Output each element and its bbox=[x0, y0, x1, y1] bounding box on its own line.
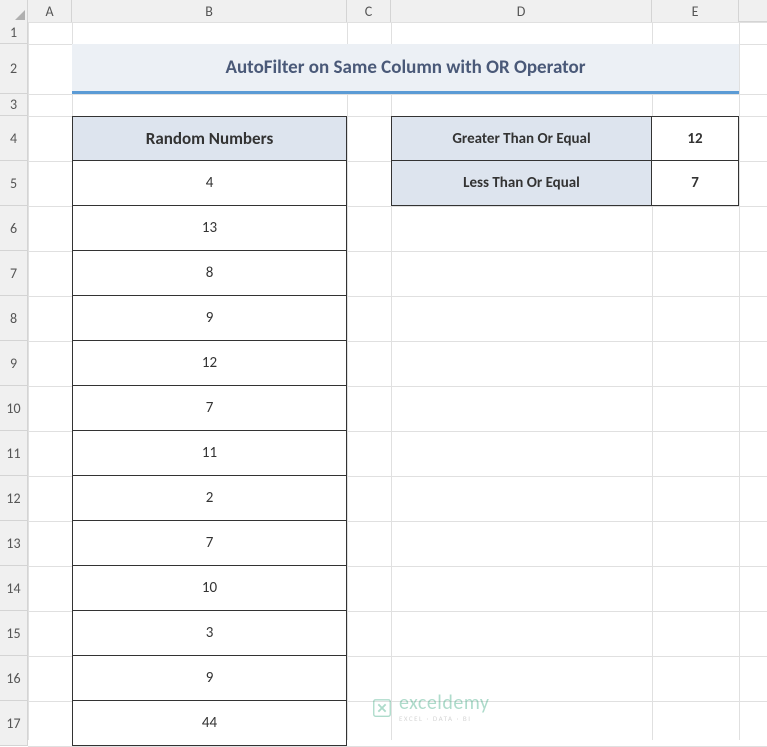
row-header-8[interactable]: 8 bbox=[0, 296, 28, 341]
table-row[interactable]: 8 bbox=[72, 251, 347, 296]
row-header-15[interactable]: 15 bbox=[0, 611, 28, 656]
row-header-16[interactable]: 16 bbox=[0, 656, 28, 701]
col-header-E[interactable]: E bbox=[652, 0, 739, 22]
row-header-9[interactable]: 9 bbox=[0, 341, 28, 386]
col-header-C[interactable]: C bbox=[347, 0, 391, 22]
table-row[interactable]: 2 bbox=[72, 476, 347, 521]
row-headers: 1234567891011121314151617 bbox=[0, 22, 28, 746]
page-title: AutoFilter on Same Column with OR Operat… bbox=[72, 44, 739, 94]
criteria-value-1[interactable]: 7 bbox=[652, 161, 739, 206]
select-all-corner[interactable] bbox=[0, 0, 28, 22]
column-headers: ABCDE bbox=[0, 0, 767, 22]
col-header-D[interactable]: D bbox=[391, 0, 652, 22]
row-header-6[interactable]: 6 bbox=[0, 206, 28, 251]
row-header-3[interactable]: 3 bbox=[0, 94, 28, 116]
excel-icon bbox=[371, 697, 393, 719]
table-row[interactable]: 12 bbox=[72, 341, 347, 386]
cells-area: AutoFilter on Same Column with OR Operat… bbox=[28, 22, 767, 740]
criteria-label-0[interactable]: Greater Than Or Equal bbox=[391, 116, 652, 161]
row-header-2[interactable]: 2 bbox=[0, 44, 28, 94]
table-row[interactable]: 4 bbox=[72, 161, 347, 206]
row-header-11[interactable]: 11 bbox=[0, 431, 28, 476]
row-header-12[interactable]: 12 bbox=[0, 476, 28, 521]
table-header-random-numbers[interactable]: Random Numbers bbox=[72, 116, 347, 161]
spreadsheet-grid: ABCDE 1234567891011121314151617 AutoFilt… bbox=[0, 0, 767, 740]
col-header-B[interactable]: B bbox=[72, 0, 347, 22]
table-row[interactable]: 10 bbox=[72, 566, 347, 611]
table-row[interactable]: 9 bbox=[72, 656, 347, 701]
table-row[interactable]: 7 bbox=[72, 521, 347, 566]
row-header-1[interactable]: 1 bbox=[0, 22, 28, 44]
table-row[interactable]: 3 bbox=[72, 611, 347, 656]
row-header-14[interactable]: 14 bbox=[0, 566, 28, 611]
criteria-label-1[interactable]: Less Than Or Equal bbox=[391, 161, 652, 206]
table-row[interactable]: 9 bbox=[72, 296, 347, 341]
row-header-5[interactable]: 5 bbox=[0, 161, 28, 206]
table-row[interactable]: 44 bbox=[72, 701, 347, 746]
col-header-A[interactable]: A bbox=[28, 0, 72, 22]
watermark-subtext: EXCEL · DATA · BI bbox=[399, 715, 489, 722]
watermark-text: exceldemy bbox=[399, 693, 489, 713]
row-header-4[interactable]: 4 bbox=[0, 116, 28, 161]
table-row[interactable]: 7 bbox=[72, 386, 347, 431]
row-header-17[interactable]: 17 bbox=[0, 701, 28, 746]
table-row[interactable]: 13 bbox=[72, 206, 347, 251]
row-header-7[interactable]: 7 bbox=[0, 251, 28, 296]
watermark-logo: exceldemy EXCEL · DATA · BI bbox=[371, 693, 489, 722]
criteria-value-0[interactable]: 12 bbox=[652, 116, 739, 161]
row-header-13[interactable]: 13 bbox=[0, 521, 28, 566]
row-header-10[interactable]: 10 bbox=[0, 386, 28, 431]
table-row[interactable]: 11 bbox=[72, 431, 347, 476]
